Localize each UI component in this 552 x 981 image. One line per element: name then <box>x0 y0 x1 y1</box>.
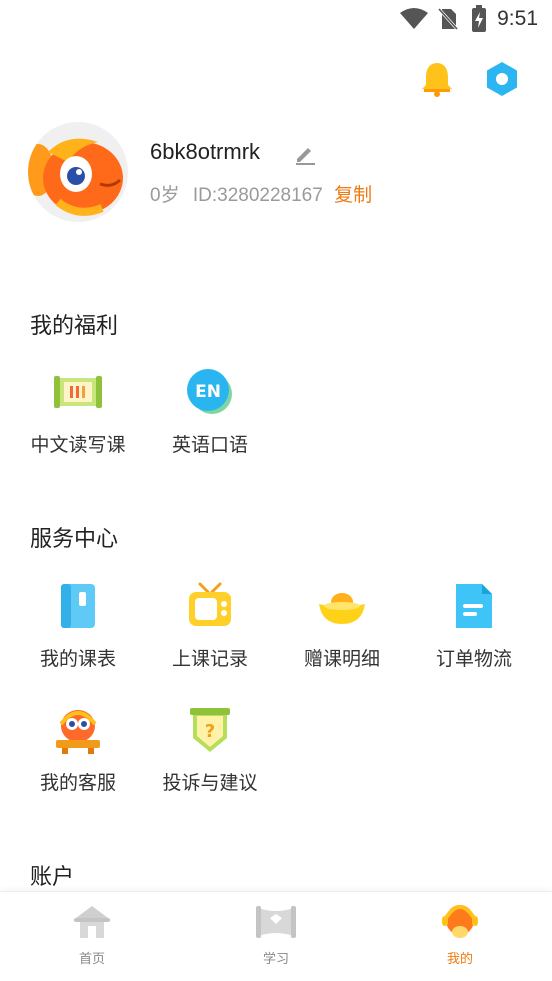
service-item-class-record[interactable]: 上课记录 <box>144 580 276 671</box>
account-section-title: 账户 <box>30 865 75 890</box>
service-item-gift-class[interactable]: 赠课明细 <box>276 580 408 671</box>
study-icon <box>256 906 296 938</box>
age-text: 0岁 <box>150 185 180 206</box>
welfare-item-chinese[interactable]: 中文读写课 <box>12 366 144 457</box>
mascot-service-icon <box>56 710 100 754</box>
welfare-section-title: 我的福利 <box>30 314 119 339</box>
service-item-customer-service[interactable]: 我的客服 <box>12 704 144 795</box>
bell-icon[interactable] <box>420 61 454 97</box>
home-icon <box>74 906 110 938</box>
tab-home[interactable]: 首页 <box>32 900 152 967</box>
scroll-icon <box>54 376 102 408</box>
no-sim-icon <box>437 7 459 31</box>
gold-ingot-icon <box>319 593 365 624</box>
mine-icon <box>442 905 478 938</box>
tab-label: 学习 <box>262 952 289 967</box>
user-id-text: ID:3280228167 <box>192 185 323 206</box>
question-shield-icon: ? <box>190 708 230 752</box>
copy-id-button[interactable]: 复制 <box>334 185 372 206</box>
wifi-icon <box>400 8 428 29</box>
edit-pencil-icon[interactable] <box>293 142 317 166</box>
tv-icon <box>189 582 231 626</box>
en-badge-text: EN <box>195 382 221 402</box>
profile-meta: 0岁 ID:3280228167 复制 <box>150 180 372 207</box>
service-item-label: 赠课明细 <box>303 648 380 670</box>
username: 6bk8otrmrk <box>150 139 261 164</box>
service-item-label: 我的客服 <box>39 772 116 794</box>
service-item-label: 我的课表 <box>39 648 116 670</box>
tab-label: 首页 <box>78 952 105 967</box>
hexagon-settings-icon[interactable] <box>484 61 520 97</box>
service-item-label: 上课记录 <box>171 648 248 670</box>
service-item-complaint[interactable]: ? 投诉与建议 <box>144 704 276 795</box>
tab-label: 我的 <box>446 952 473 967</box>
service-item-order-logistics[interactable]: 订单物流 <box>408 580 540 671</box>
welfare-item-label: 中文读写课 <box>30 434 126 456</box>
battery-charging-icon <box>472 5 486 32</box>
svg-text:?: ? <box>205 721 215 742</box>
notebook-icon <box>61 584 95 628</box>
service-section-title: 服务中心 <box>30 527 119 552</box>
tab-study[interactable]: 学习 <box>216 900 336 967</box>
service-item-label: 订单物流 <box>435 648 512 670</box>
tab-mine[interactable]: 我的 <box>400 900 520 967</box>
status-bar: 9:51 <box>0 0 552 40</box>
welfare-item-label: 英语口语 <box>171 434 248 456</box>
document-icon <box>456 584 492 628</box>
bottom-navigation: 首页 学习 我的 <box>0 891 552 981</box>
welfare-item-english[interactable]: EN 英语口语 <box>144 366 276 457</box>
service-item-schedule[interactable]: 我的课表 <box>12 580 144 671</box>
service-item-label: 投诉与建议 <box>162 772 258 794</box>
avatar[interactable] <box>28 122 128 222</box>
status-time: 9:51 <box>497 7 538 30</box>
en-bubble-icon: EN <box>187 369 232 414</box>
fish-mascot-icon <box>28 138 123 216</box>
